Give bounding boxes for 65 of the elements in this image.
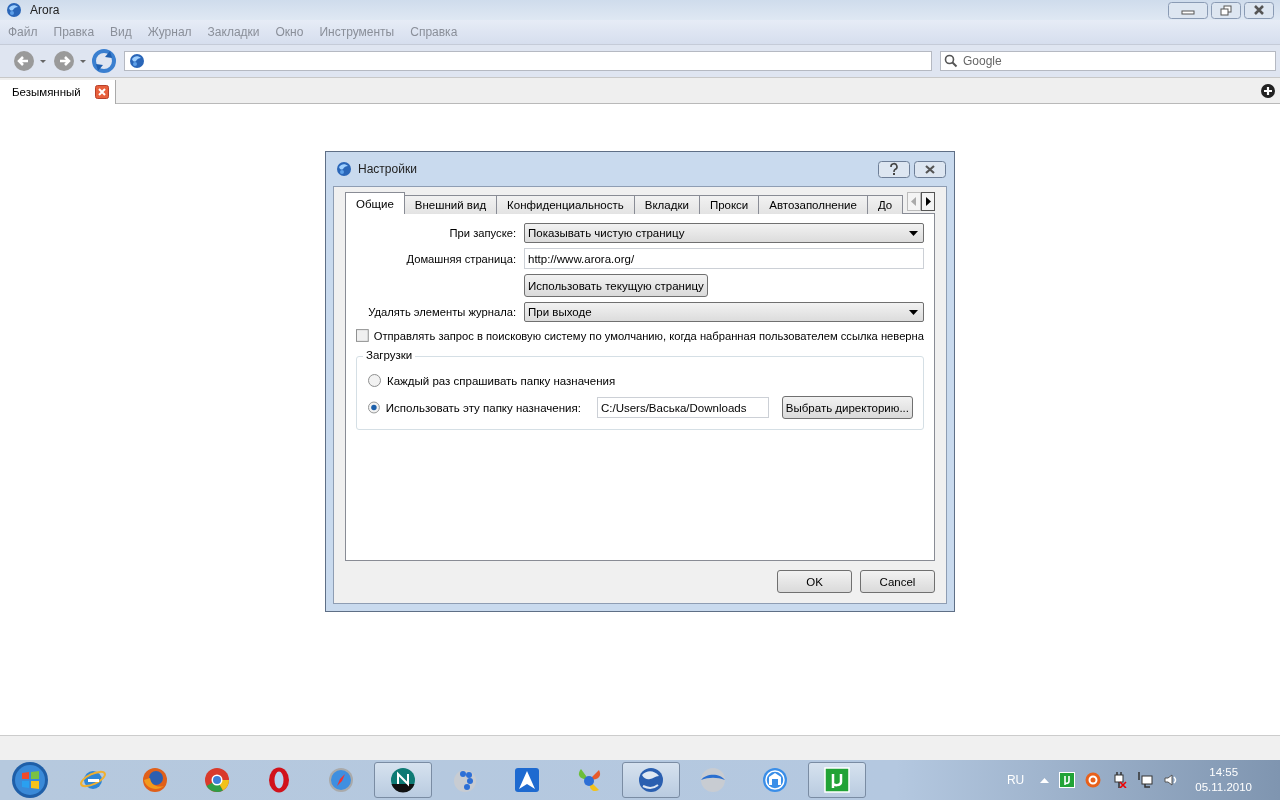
dropdown-arrow-icon	[909, 230, 918, 236]
network-icon[interactable]	[1137, 772, 1154, 788]
settings-tab[interactable]: Конфиденциальность	[496, 195, 635, 214]
settings-tab[interactable]: До	[866, 195, 904, 214]
folder-field[interactable]: C:/Users/Васька/Downloads	[596, 397, 769, 418]
globe-icon	[637, 766, 665, 794]
address-field[interactable]	[124, 51, 932, 71]
dialog-button[interactable]: Cancel	[860, 570, 935, 593]
plug-icon[interactable]	[1111, 772, 1128, 788]
settings-tab[interactable]: Внешний вид	[403, 195, 498, 214]
minimize-button[interactable]	[1168, 1, 1208, 19]
back-button[interactable]	[12, 49, 48, 73]
clock-date: 05.11.2010	[1195, 780, 1252, 795]
forward-button[interactable]	[52, 49, 88, 73]
search-field[interactable]: Google	[940, 51, 1276, 71]
scroll-right-button[interactable]	[921, 192, 935, 211]
dropdown[interactable]: При выходе	[524, 302, 924, 322]
radio-button[interactable]	[368, 374, 381, 387]
house-circle-icon	[761, 766, 789, 794]
use-current-page-button[interactable]: Использовать текущую страницу	[524, 274, 708, 297]
tab-title: Безымянный	[12, 86, 81, 98]
mu-tile-icon[interactable]	[1059, 772, 1076, 788]
search-icon	[944, 54, 958, 68]
close-button[interactable]	[914, 160, 946, 178]
dialog-title: Настройки	[358, 162, 417, 176]
app-logo-icon	[6, 2, 22, 18]
choose-folder-button[interactable]: Выбрать директорию...	[781, 396, 913, 419]
settings-tab[interactable]: Вкладки	[633, 195, 700, 214]
field-label: Домашняя страница:	[406, 252, 516, 265]
group-title: Загрузки	[363, 349, 416, 361]
home-page-field[interactable]: http://www.arora.org/	[524, 248, 924, 269]
n-globe-icon	[389, 766, 417, 794]
help-button[interactable]	[878, 160, 910, 178]
checkbox-label: Отправлять запрос в поисковую систему по умолчанию, когда набранная пользователем ссылка неверна	[373, 329, 924, 342]
tricolor-circle-icon	[203, 766, 231, 794]
field-label: При запуске:	[449, 227, 516, 239]
radio-button[interactable]	[368, 401, 380, 414]
app-logo-icon	[336, 161, 352, 177]
arrowhead-tile-icon	[513, 766, 541, 794]
reload-button[interactable]	[92, 49, 116, 73]
radio-label: Каждый раз спрашивать папку назначения	[387, 374, 616, 387]
globe-icon	[129, 53, 145, 69]
settings-tab[interactable]: Автозаполнение	[758, 195, 868, 214]
clock-time: 14:55	[1209, 765, 1239, 780]
sphere-icon	[699, 766, 727, 794]
restore-button[interactable]	[1211, 1, 1241, 19]
ring-icon[interactable]	[1085, 772, 1102, 788]
fox-globe-icon	[141, 766, 169, 794]
close-button[interactable]	[1244, 1, 1274, 19]
dialog-button[interactable]: OK	[777, 570, 852, 593]
window-title: Arora	[30, 3, 60, 17]
new-tab-icon[interactable]	[1261, 83, 1275, 98]
caret-up-icon[interactable]	[1040, 777, 1050, 783]
taskbar-button[interactable]	[374, 762, 432, 798]
checkbox[interactable]	[356, 329, 369, 342]
close-icon[interactable]	[94, 85, 109, 99]
dropdown-arrow-icon	[909, 309, 918, 315]
settings-tab[interactable]: Общие	[345, 192, 405, 214]
compass-icon	[327, 766, 355, 794]
browser-tab[interactable]: Безымянный	[0, 80, 116, 104]
radio-label: Использовать эту папку назначения:	[385, 401, 581, 414]
mu-tile-icon	[823, 766, 851, 794]
settings-tab[interactable]: Прокси	[698, 195, 760, 214]
dropdown[interactable]: Показывать чистую страницу	[524, 223, 924, 243]
field-label: Удалять элементы журнала:	[368, 306, 516, 318]
